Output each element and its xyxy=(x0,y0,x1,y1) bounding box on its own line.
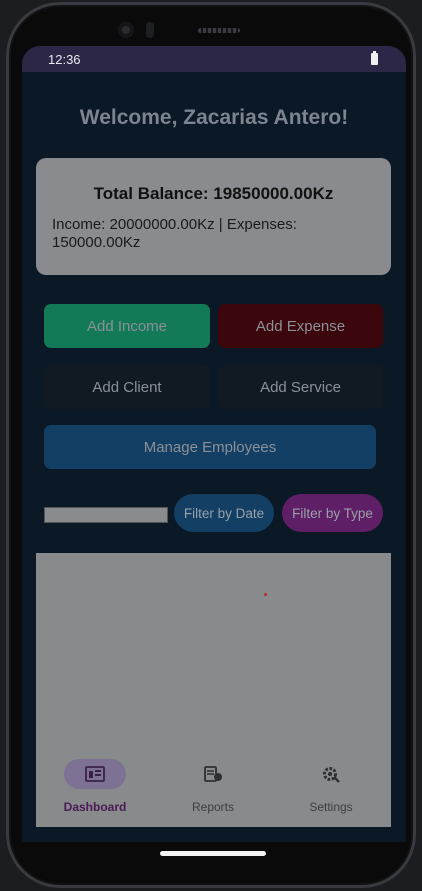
add-expense-button[interactable]: Add Expense xyxy=(218,304,383,348)
proximity-sensor xyxy=(146,22,154,38)
add-income-button[interactable]: Add Income xyxy=(44,304,210,348)
welcome-title: Welcome, Zacarias Antero! xyxy=(79,106,349,129)
add-service-button[interactable]: Add Service xyxy=(218,365,383,409)
battery-icon xyxy=(371,51,378,65)
bottom-navigation: Dashboard Reports Settings xyxy=(36,753,391,827)
filter-by-date-button[interactable]: Filter by Date xyxy=(174,494,274,532)
screen-bottom-strip xyxy=(22,827,406,842)
total-balance: Total Balance: 19850000.00Kz xyxy=(93,184,334,203)
transactions-list[interactable] xyxy=(36,553,391,753)
add-client-button[interactable]: Add Client xyxy=(44,365,210,409)
nav-item-dashboard[interactable]: Dashboard xyxy=(36,753,154,827)
manage-employees-button[interactable]: Manage Employees xyxy=(44,425,376,469)
list-indicator-dot xyxy=(264,593,267,596)
filter-by-type-button[interactable]: Filter by Type xyxy=(282,494,383,532)
filter-input[interactable] xyxy=(44,507,168,523)
balance-card: Total Balance: 19850000.00Kz Income: 200… xyxy=(36,158,391,275)
settings-icon xyxy=(323,767,340,783)
device-background: 12:36 Welcome, Zacarias Antero! Total Ba… xyxy=(0,0,422,891)
nav-label-settings: Settings xyxy=(309,800,353,814)
nav-item-reports[interactable]: Reports xyxy=(154,753,272,827)
nav-label-reports: Reports xyxy=(191,800,235,814)
nav-label-dashboard: Dashboard xyxy=(63,800,127,814)
status-time: 12:36 xyxy=(48,52,81,67)
app-screen: 12:36 Welcome, Zacarias Antero! Total Ba… xyxy=(22,46,406,842)
reports-icon xyxy=(204,766,222,782)
earpiece-speaker xyxy=(198,28,240,33)
front-camera xyxy=(118,22,134,38)
dashboard-icon xyxy=(85,766,105,782)
status-bar: 12:36 xyxy=(22,46,406,72)
nav-item-settings[interactable]: Settings xyxy=(272,753,390,827)
income-expense-summary: Income: 20000000.00Kz | Expenses: 150000… xyxy=(52,216,297,251)
home-gesture-bar[interactable] xyxy=(160,851,266,856)
